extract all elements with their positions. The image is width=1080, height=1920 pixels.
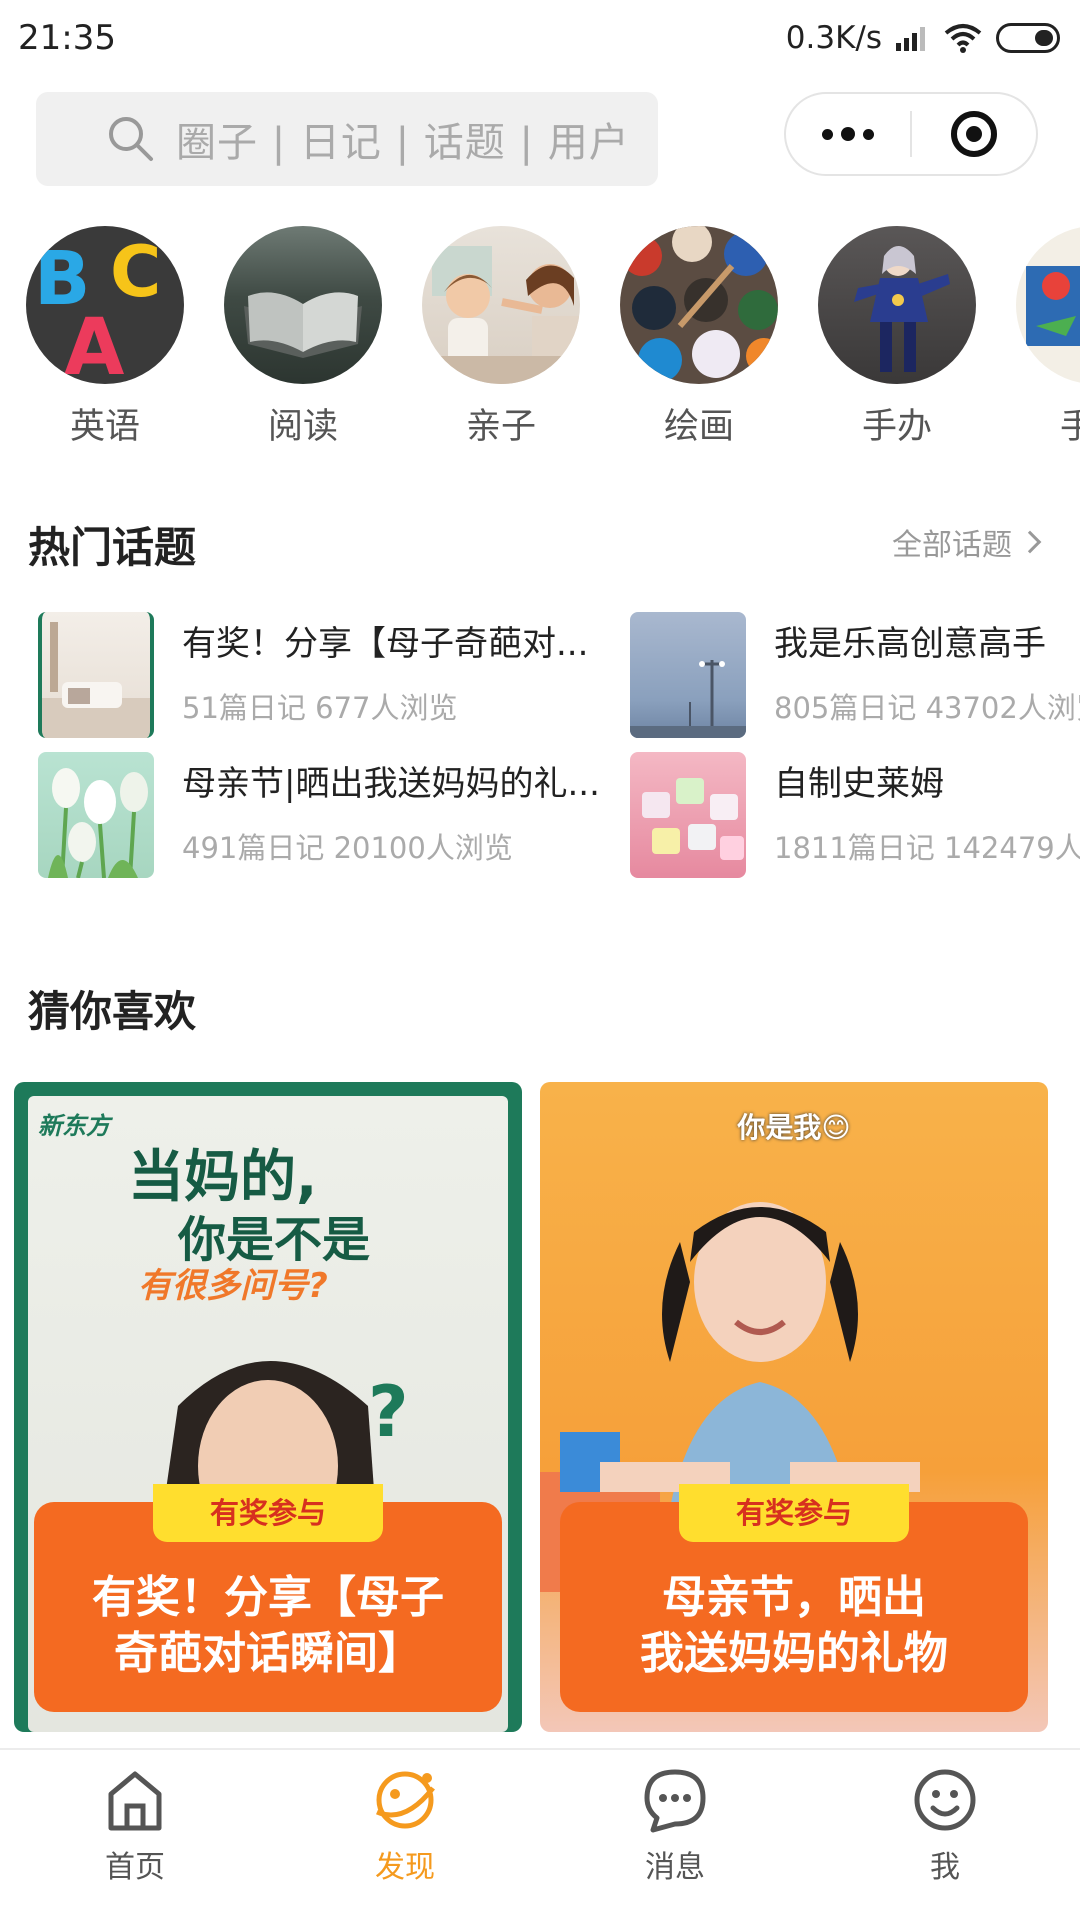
card-banner: 有奖参与 有奖！分享【母子 奇葩对话瞬间】 [34,1484,502,1712]
all-topics-link[interactable]: 全部话题 [892,520,1042,564]
topic-text: 母亲节|晒出我送妈妈的礼... 491篇日记 20100人浏览 [182,752,600,867]
tab-profile[interactable]: 我 [810,1750,1080,1920]
topic-text: 有奖！分享【母子奇葩对... 51篇日记 677人浏览 [182,612,588,727]
category-handcraft-image [1016,226,1080,384]
topic-stats: 491篇日记 20100人浏览 [182,831,513,865]
category-label: 手办 [861,407,932,447]
category-figures[interactable]: 手办 [818,226,976,449]
status-indicators: 0.3K/s [786,20,1060,56]
topic-item[interactable]: 自制史莱姆 1811篇日记 142479人浏览 [630,752,1080,878]
svg-text:C: C [110,231,161,313]
category-english-image: B C A [26,226,184,384]
topic-thumbnail [630,612,746,738]
category-figures-image [818,226,976,384]
svg-text:A: A [64,303,124,384]
recommend-card[interactable]: 新东方 当妈的, 你是不是 有很多问号? ? 有奖参与 有奖！分享【母子 奇葩对… [14,1082,522,1732]
topic-thumbnail [38,612,154,738]
more-dot-icon [863,128,874,140]
brand-logo: 新东方 [38,1112,110,1140]
message-icon [644,1769,706,1833]
card-tag: 有奖参与 [153,1484,383,1542]
topic-title: 自制史莱姆 [774,764,944,804]
close-miniprogram-button[interactable] [912,94,1036,174]
card-text: 有奖！分享【母子 奇葩对话瞬间】 [92,1572,444,1679]
status-time: 21:35 [18,18,116,58]
topic-text: 自制史莱姆 1811篇日记 142479人浏览 [774,752,1080,867]
category-parenting-image [422,226,580,384]
topic-stats: 51篇日记 677人浏览 [182,691,458,725]
topic-text: 我是乐高创意高手 805篇日记 43702人浏览 [774,612,1080,727]
home-icon [108,1771,162,1831]
hot-topics-title: 热门话题 [28,523,197,572]
category-painting-image [620,226,778,384]
topic-stats: 1811篇日记 142479人浏览 [774,831,1080,865]
category-reading-image [224,226,382,384]
topic-thumbnail [38,752,154,878]
tab-label: 首页 [105,1850,165,1885]
miniprogram-capsule [784,92,1038,176]
card-text: 母亲节，晒出 我送妈妈的礼物 [640,1572,948,1679]
battery-icon [996,23,1060,53]
topic-title: 母亲节|晒出我送妈妈的礼... [182,764,600,804]
all-topics-label: 全部话题 [892,528,1012,563]
profile-icon [914,1769,976,1831]
category-label: 绘画 [663,407,734,447]
category-row: B C A 英语 阅读 亲子 绘画 手办 手 [0,226,1080,456]
discover-icon [376,1771,435,1829]
category-label: 手工 [1059,407,1080,447]
card-banner: 有奖参与 母亲节，晒出 我送妈妈的礼物 [560,1484,1028,1712]
search-icon [109,117,153,161]
tab-label: 我 [930,1850,960,1885]
topic-stats: 805篇日记 43702人浏览 [774,691,1080,725]
tab-bar: 首页 发现 消息 我 [0,1748,1080,1920]
topic-title: 有奖！分享【母子奇葩对... [182,624,589,664]
more-dot-icon [822,128,833,140]
card-caption: 你是我😊 [737,1111,851,1144]
network-speed: 0.3K/s [785,20,882,56]
category-english[interactable]: B C A 英语 [26,226,184,449]
search-placeholder: 圈子 | 日记 | 话题 | 用户 [176,120,630,166]
tab-label: 发现 [375,1850,435,1885]
category-label: 英语 [69,407,140,447]
status-bar: 21:35 0.3K/s [0,0,1080,76]
topic-title: 我是乐高创意高手 [774,624,1046,664]
tab-messages[interactable]: 消息 [540,1750,810,1920]
topic-thumbnail [630,752,746,878]
search-input[interactable]: 圈子 | 日记 | 话题 | 用户 [36,92,658,186]
tab-discover[interactable]: 发现 [270,1750,540,1920]
category-parenting[interactable]: 亲子 [422,226,580,449]
tab-label: 消息 [645,1850,705,1885]
category-reading[interactable]: 阅读 [224,226,382,449]
topic-item[interactable]: 我是乐高创意高手 805篇日记 43702人浏览 [630,612,1080,738]
wifi-icon [944,24,982,53]
target-icon [950,111,997,157]
more-button[interactable] [786,94,910,174]
topic-item[interactable]: 有奖！分享【母子奇葩对... 51篇日记 677人浏览 [38,612,608,738]
card-tag: 有奖参与 [679,1484,909,1542]
recommend-title: 猜你喜欢 [28,987,197,1036]
recommend-card[interactable]: 你是我😊 有奖参与 母亲节，晒出 我送妈妈的礼物 [540,1082,1048,1732]
category-label: 亲子 [465,407,536,447]
more-dot-icon [841,127,855,141]
category-label: 阅读 [267,407,338,447]
svg-text:?: ? [368,1371,409,1453]
signal-icon [896,27,925,51]
tab-home[interactable]: 首页 [0,1750,270,1920]
topic-item[interactable]: 母亲节|晒出我送妈妈的礼... 491篇日记 20100人浏览 [38,752,608,878]
category-painting[interactable]: 绘画 [620,226,778,449]
chevron-right-icon [1018,530,1042,554]
category-handcraft[interactable]: 手工 [1016,226,1080,449]
